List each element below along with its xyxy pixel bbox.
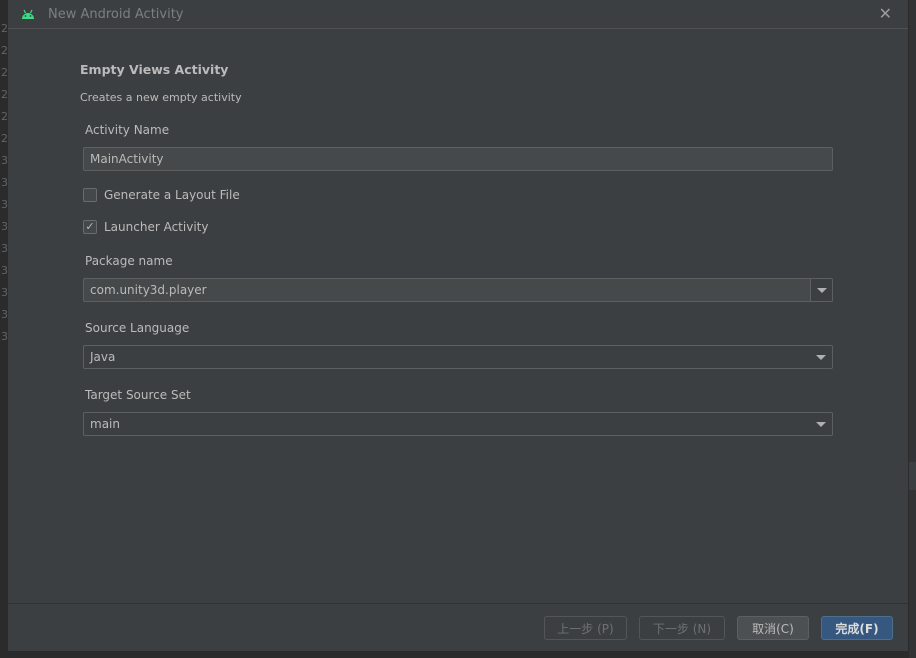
line-number: 3	[1, 330, 8, 343]
template-description: Creates a new empty activity	[80, 91, 242, 104]
dialog-title: New Android Activity	[48, 7, 184, 22]
line-number: 2	[1, 22, 8, 35]
line-number: 2	[1, 132, 8, 145]
activity-name-value: MainActivity	[90, 152, 164, 166]
line-number: 3	[1, 264, 8, 277]
package-name-value: com.unity3d.player	[90, 283, 207, 297]
chevron-down-icon	[816, 287, 827, 293]
checkmark-icon: ✓	[83, 220, 97, 234]
activity-name-input[interactable]: MainActivity	[83, 147, 833, 171]
line-number: 3	[1, 198, 8, 211]
source-language-label: Source Language	[85, 321, 190, 335]
source-language-dropdown	[810, 346, 832, 368]
line-number: 3	[1, 308, 8, 321]
package-name-label: Package name	[85, 254, 173, 268]
title-bar: New Android Activity ✕	[8, 0, 908, 29]
template-heading: Empty Views Activity	[80, 62, 229, 77]
activity-name-label: Activity Name	[85, 123, 170, 137]
target-source-set-select[interactable]: main	[83, 412, 833, 436]
line-number: 3	[1, 286, 8, 299]
line-number: 3	[1, 176, 8, 189]
line-number: 2	[1, 66, 8, 79]
previous-button[interactable]: 上一步 (P)	[544, 616, 627, 640]
line-number: 3	[1, 242, 8, 255]
finish-button[interactable]: 完成(F)	[821, 616, 893, 640]
source-language-value: Java	[90, 350, 116, 364]
close-icon[interactable]: ✕	[879, 4, 892, 23]
generate-layout-label: Generate a Layout File	[104, 188, 240, 202]
new-android-activity-dialog: New Android Activity ✕ Empty Views Activ…	[8, 0, 909, 651]
target-source-set-dropdown	[810, 413, 832, 435]
line-number: 2	[1, 44, 8, 57]
line-number: 2	[1, 110, 8, 123]
launcher-activity-checkbox[interactable]: ✓ Launcher Activity	[83, 220, 208, 234]
package-name-dropdown-button[interactable]	[810, 279, 832, 301]
next-button[interactable]: 下一步 (N)	[639, 616, 725, 640]
checkbox-box	[83, 188, 97, 202]
source-language-select[interactable]: Java	[83, 345, 833, 369]
background-editor-gutter: 2 2 2 2 2 2 3 3 3 3 3 3 3 3 3	[0, 0, 8, 658]
target-source-set-label: Target Source Set	[85, 388, 191, 402]
generate-layout-checkbox[interactable]: Generate a Layout File	[83, 188, 240, 202]
launcher-activity-label: Launcher Activity	[104, 220, 209, 234]
dialog-footer: 上一步 (P) 下一步 (N) 取消(C) 完成(F)	[8, 603, 908, 651]
line-number: 2	[1, 88, 8, 101]
cancel-button[interactable]: 取消(C)	[737, 616, 809, 640]
target-source-set-value: main	[90, 417, 120, 431]
chevron-down-icon	[816, 354, 826, 360]
line-number: 3	[1, 154, 8, 167]
package-name-combo[interactable]: com.unity3d.player	[83, 278, 833, 302]
background-editor-right	[909, 0, 916, 658]
line-number: 3	[1, 220, 8, 233]
chevron-down-icon	[816, 421, 826, 427]
android-icon	[22, 9, 34, 19]
